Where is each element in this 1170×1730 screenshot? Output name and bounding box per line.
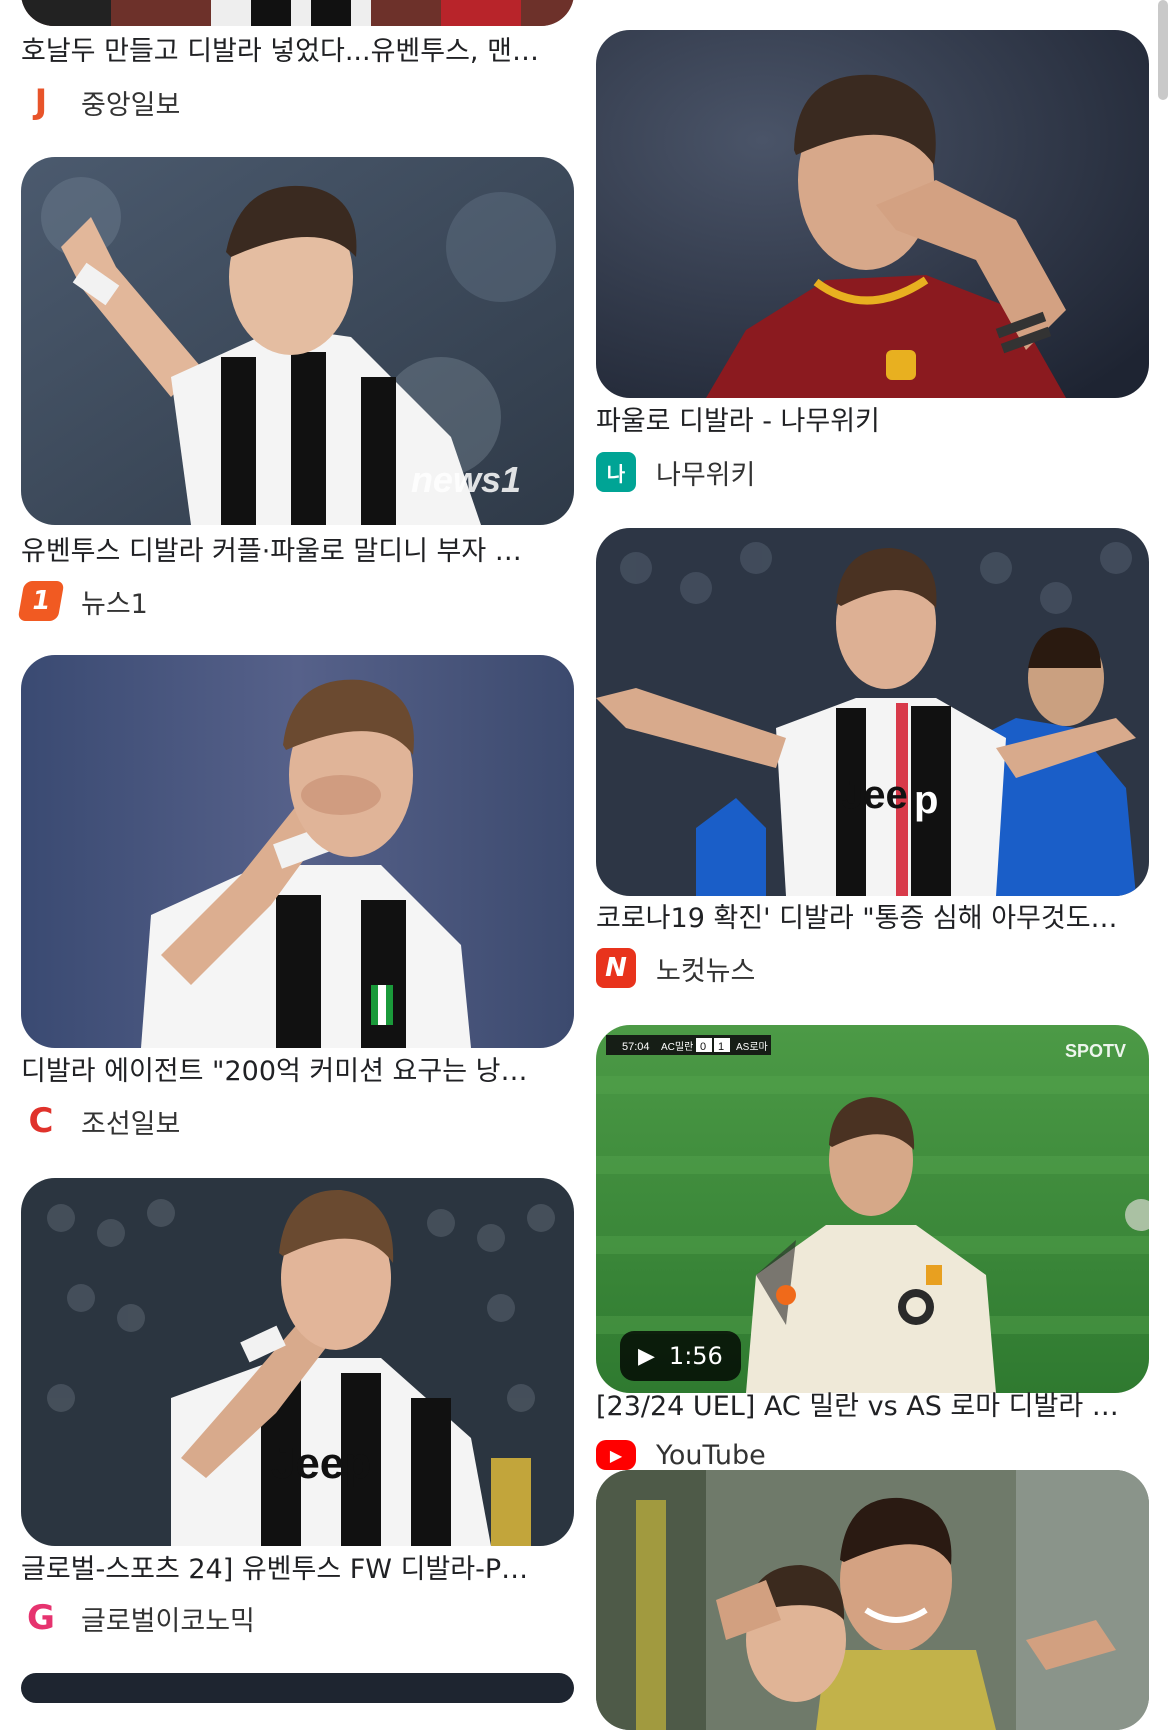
namuwiki-logo-icon: 나 xyxy=(596,452,636,492)
result-title[interactable]: [23/24 UEL] AC 밀란 vs AS 로마 디발라 … xyxy=(596,1387,1149,1427)
result-title[interactable]: 파울로 디발라 - 나무위키 xyxy=(596,402,1149,442)
result-source[interactable]: G 글로벌이코노믹 xyxy=(21,1596,255,1640)
source-name: 나무위키 xyxy=(656,459,756,491)
youtube-logo-icon: ▶ xyxy=(596,1440,636,1470)
svg-text:AC밀란: AC밀란 xyxy=(661,1041,693,1053)
svg-text:p: p xyxy=(914,778,938,822)
result-thumbnail[interactable]: Jeep xyxy=(21,1178,574,1546)
result-source[interactable]: 나 나무위키 xyxy=(596,450,755,494)
result-thumbnail[interactable] xyxy=(596,30,1149,398)
result-thumbnail[interactable] xyxy=(21,655,574,1048)
nocutnews-logo-icon: N xyxy=(596,948,636,988)
source-name: 조선일보 xyxy=(81,1108,181,1140)
play-icon: ▶ xyxy=(638,1343,655,1369)
news1-logo-icon: 1 xyxy=(17,581,65,621)
result-source[interactable]: J 중앙일보 xyxy=(21,80,181,124)
chosun-logo-icon: C xyxy=(28,1101,54,1141)
svg-text:57:04: 57:04 xyxy=(622,1041,650,1053)
svg-text:1: 1 xyxy=(718,1041,724,1053)
result-thumbnail[interactable]: Jee p xyxy=(596,528,1149,896)
video-duration-badge: ▶ 1:56 xyxy=(620,1331,741,1381)
result-title[interactable]: 디발라 에이전트 "200억 커미션 요구는 낭… xyxy=(21,1052,574,1092)
svg-text:news1: news1 xyxy=(411,459,521,500)
svg-text:SPOTV: SPOTV xyxy=(1065,1041,1126,1061)
source-name: YouTube xyxy=(656,1439,766,1471)
svg-text:Jeep: Jeep xyxy=(271,1439,371,1488)
globaleconomic-logo-icon: G xyxy=(27,1598,55,1638)
result-thumbnail[interactable] xyxy=(21,1673,574,1703)
scrollbar-thumb[interactable] xyxy=(1158,0,1168,100)
result-source[interactable]: C 조선일보 xyxy=(21,1099,181,1143)
svg-text:Jee: Jee xyxy=(841,773,908,817)
result-thumbnail[interactable] xyxy=(596,1470,1149,1730)
svg-text:0: 0 xyxy=(700,1041,706,1053)
joongang-logo-icon: J xyxy=(34,82,48,122)
svg-text:AS로마: AS로마 xyxy=(736,1041,768,1053)
video-thumbnail[interactable]: 57:04 AC밀란 0 1 AS로마 SPOTV ▶ 1:56 xyxy=(596,1025,1149,1393)
result-source[interactable]: N 노컷뉴스 xyxy=(596,946,755,990)
source-name: 글로벌이코노믹 xyxy=(81,1605,255,1637)
video-duration: 1:56 xyxy=(668,1342,723,1370)
result-source[interactable]: 1 뉴스1 xyxy=(17,579,148,623)
source-name: 뉴스1 xyxy=(81,588,148,620)
source-name: 노컷뉴스 xyxy=(656,955,756,987)
source-name: 중앙일보 xyxy=(81,89,181,121)
result-title[interactable]: 코로나19 확진' 디발라 "통증 심해 아무것도… xyxy=(596,899,1149,939)
result-thumbnail[interactable]: news1 xyxy=(21,157,574,525)
result-title[interactable]: 유벤투스 디발라 커플·파울로 말디니 부자 … xyxy=(21,532,574,572)
result-thumbnail[interactable] xyxy=(21,0,574,26)
result-title[interactable]: 글로벌-스포츠 24] 유벤투스 FW 디발라-P… xyxy=(21,1550,574,1590)
result-title[interactable]: 호날두 만들고 디발라 넣었다...유벤투스, 맨… xyxy=(21,32,574,72)
